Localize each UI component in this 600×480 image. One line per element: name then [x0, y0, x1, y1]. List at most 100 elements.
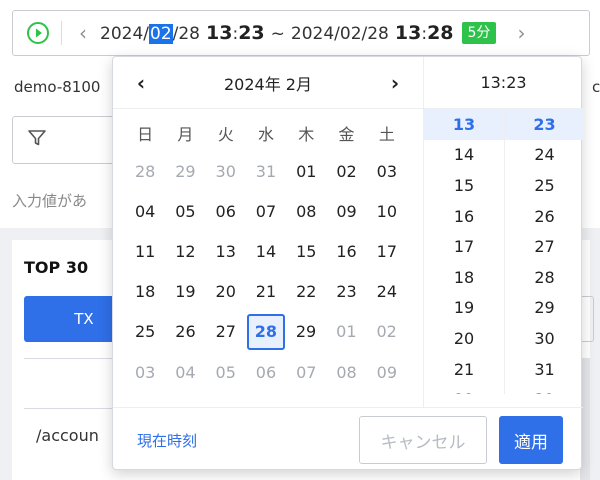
calendar: ‹ 2024年 2月 › 日月火水木金土 28 29 30 31 01 02 03 04 05 0… — [113, 57, 423, 407]
hour-option[interactable]: 13 — [424, 109, 504, 140]
calendar-day[interactable]: 09 — [326, 193, 366, 229]
calendar-day[interactable]: 03 — [125, 354, 165, 390]
calendar-day[interactable]: 28 — [125, 153, 165, 189]
calendar-day[interactable]: 04 — [165, 354, 205, 390]
calendar-day[interactable]: 14 — [246, 233, 286, 269]
hour-option[interactable]: 22 — [424, 384, 504, 394]
chevron-left-icon[interactable]: ‹ — [72, 23, 94, 43]
calendar-day[interactable]: 29 — [286, 314, 326, 350]
agent-label-right[interactable]: c — [592, 78, 600, 96]
calendar-day[interactable]: 02 — [326, 153, 366, 189]
calendar-day[interactable]: 19 — [165, 274, 205, 310]
minute-option[interactable]: 29 — [505, 293, 584, 324]
calendar-day[interactable]: 09 — [367, 354, 407, 390]
weekday-label: 火 — [217, 125, 234, 144]
weekday-label: 水 — [257, 125, 274, 144]
start-month-selected[interactable]: 02 — [149, 24, 173, 44]
end-minute[interactable]: 28 — [427, 22, 453, 44]
calendar-day[interactable]: 18 — [125, 274, 165, 310]
minute-option[interactable]: 25 — [505, 170, 584, 201]
minute-option[interactable]: 26 — [505, 201, 584, 232]
chevron-right-icon[interactable]: › — [510, 23, 532, 43]
end-date[interactable]: 2024/02/28 — [291, 24, 389, 44]
now-link[interactable]: 現在時刻 — [137, 430, 197, 451]
weekday-label: 月 — [177, 125, 194, 144]
hour-option[interactable]: 19 — [424, 293, 504, 324]
picker-footer: 現在時刻 キャンセル 適用 — [113, 407, 583, 471]
calendar-day[interactable]: 06 — [206, 193, 246, 229]
minute-option[interactable]: 31 — [505, 354, 584, 385]
calendar-day[interactable]: 28 — [246, 313, 285, 350]
calendar-day[interactable]: 25 — [125, 314, 165, 350]
minute-option[interactable]: 24 — [505, 140, 584, 171]
calendar-day[interactable]: 29 — [165, 153, 205, 189]
minute-option[interactable]: 27 — [505, 231, 584, 262]
duration-badge[interactable]: 5分 — [461, 22, 497, 44]
calendar-day[interactable]: 01 — [326, 314, 366, 350]
calendar-day[interactable]: 21 — [246, 274, 286, 310]
minute-option[interactable]: 28 — [505, 262, 584, 293]
hour-option[interactable]: 15 — [424, 170, 504, 201]
calendar-day[interactable]: 08 — [286, 193, 326, 229]
calendar-day[interactable]: 17 — [367, 233, 407, 269]
calendar-day[interactable]: 20 — [206, 274, 246, 310]
calendar-day[interactable]: 12 — [165, 233, 205, 269]
hour-list[interactable]: 13141516171819202122 — [424, 109, 504, 394]
calendar-day[interactable]: 26 — [165, 314, 205, 350]
apply-button[interactable]: 適用 — [499, 416, 563, 464]
calendar-day[interactable]: 11 — [125, 233, 165, 269]
chevron-right-icon[interactable]: › — [385, 71, 405, 95]
hour-option[interactable]: 20 — [424, 323, 504, 354]
calendar-day[interactable]: 07 — [286, 354, 326, 390]
start-hour[interactable]: 13 — [206, 22, 232, 44]
calendar-day[interactable]: 23 — [326, 274, 366, 310]
calendar-header: ‹ 2024年 2月 › — [113, 57, 423, 109]
calendar-day[interactable]: 24 — [367, 274, 407, 310]
input-hint: 入力値があ — [12, 192, 88, 210]
calendar-day[interactable]: 22 — [286, 274, 326, 310]
calendar-day[interactable]: 05 — [165, 193, 205, 229]
range-separator: ~ — [270, 24, 285, 44]
calendar-day[interactable]: 01 — [286, 153, 326, 189]
calendar-day[interactable]: 06 — [246, 354, 286, 390]
hour-option[interactable]: 18 — [424, 262, 504, 293]
hour-option[interactable]: 17 — [424, 231, 504, 262]
month-title: 2024年 2月 — [224, 74, 312, 94]
time-title: 13:23 — [424, 57, 583, 109]
calendar-day[interactable]: 08 — [326, 354, 366, 390]
calendar-day[interactable]: 07 — [246, 193, 286, 229]
calendar-day[interactable]: 10 — [367, 193, 407, 229]
time-range-text[interactable]: 2024/ 02 /28 13 : 23 ~ 2024/02/28 13 : 2… — [100, 22, 454, 44]
minute-list[interactable]: 23242526272829303132 — [504, 109, 584, 394]
calendar-day[interactable]: 30 — [206, 153, 246, 189]
calendar-day[interactable]: 02 — [366, 314, 406, 350]
table-row[interactable]: /accoun — [36, 426, 99, 445]
chevron-left-icon[interactable]: ‹ — [131, 71, 151, 95]
weekday-label: 金 — [338, 125, 355, 144]
minute-option[interactable]: 23 — [505, 109, 584, 140]
hour-option[interactable]: 16 — [424, 201, 504, 232]
hour-option[interactable]: 14 — [424, 140, 504, 171]
start-date-suffix: /28 — [172, 24, 200, 44]
agent-label[interactable]: demo-8100 — [14, 78, 100, 96]
calendar-day[interactable]: 15 — [286, 233, 326, 269]
calendar-day[interactable]: 13 — [206, 233, 246, 269]
end-hour[interactable]: 13 — [395, 22, 421, 44]
calendar-day[interactable]: 31 — [246, 153, 286, 189]
filter-icon — [27, 128, 47, 152]
calendar-day[interactable]: 03 — [367, 153, 407, 189]
hour-option[interactable]: 21 — [424, 354, 504, 385]
minute-option[interactable]: 32 — [505, 384, 584, 394]
play-circle-icon[interactable] — [25, 20, 51, 46]
filter-input[interactable] — [12, 116, 122, 164]
minute-option[interactable]: 30 — [505, 323, 584, 354]
time-range-bar: ‹ 2024/ 02 /28 13 : 23 ~ 2024/02/28 13 :… — [12, 10, 590, 56]
start-minute[interactable]: 23 — [238, 22, 264, 44]
calendar-day[interactable]: 16 — [326, 233, 366, 269]
cancel-button[interactable]: キャンセル — [359, 416, 487, 464]
time-selector: 13:23 13141516171819202122 2324252627282… — [423, 57, 584, 407]
calendar-day[interactable]: 27 — [206, 314, 246, 350]
calendar-day[interactable]: 04 — [125, 193, 165, 229]
calendar-day[interactable]: 05 — [206, 354, 246, 390]
panel-title: TOP 30 — [24, 258, 89, 277]
